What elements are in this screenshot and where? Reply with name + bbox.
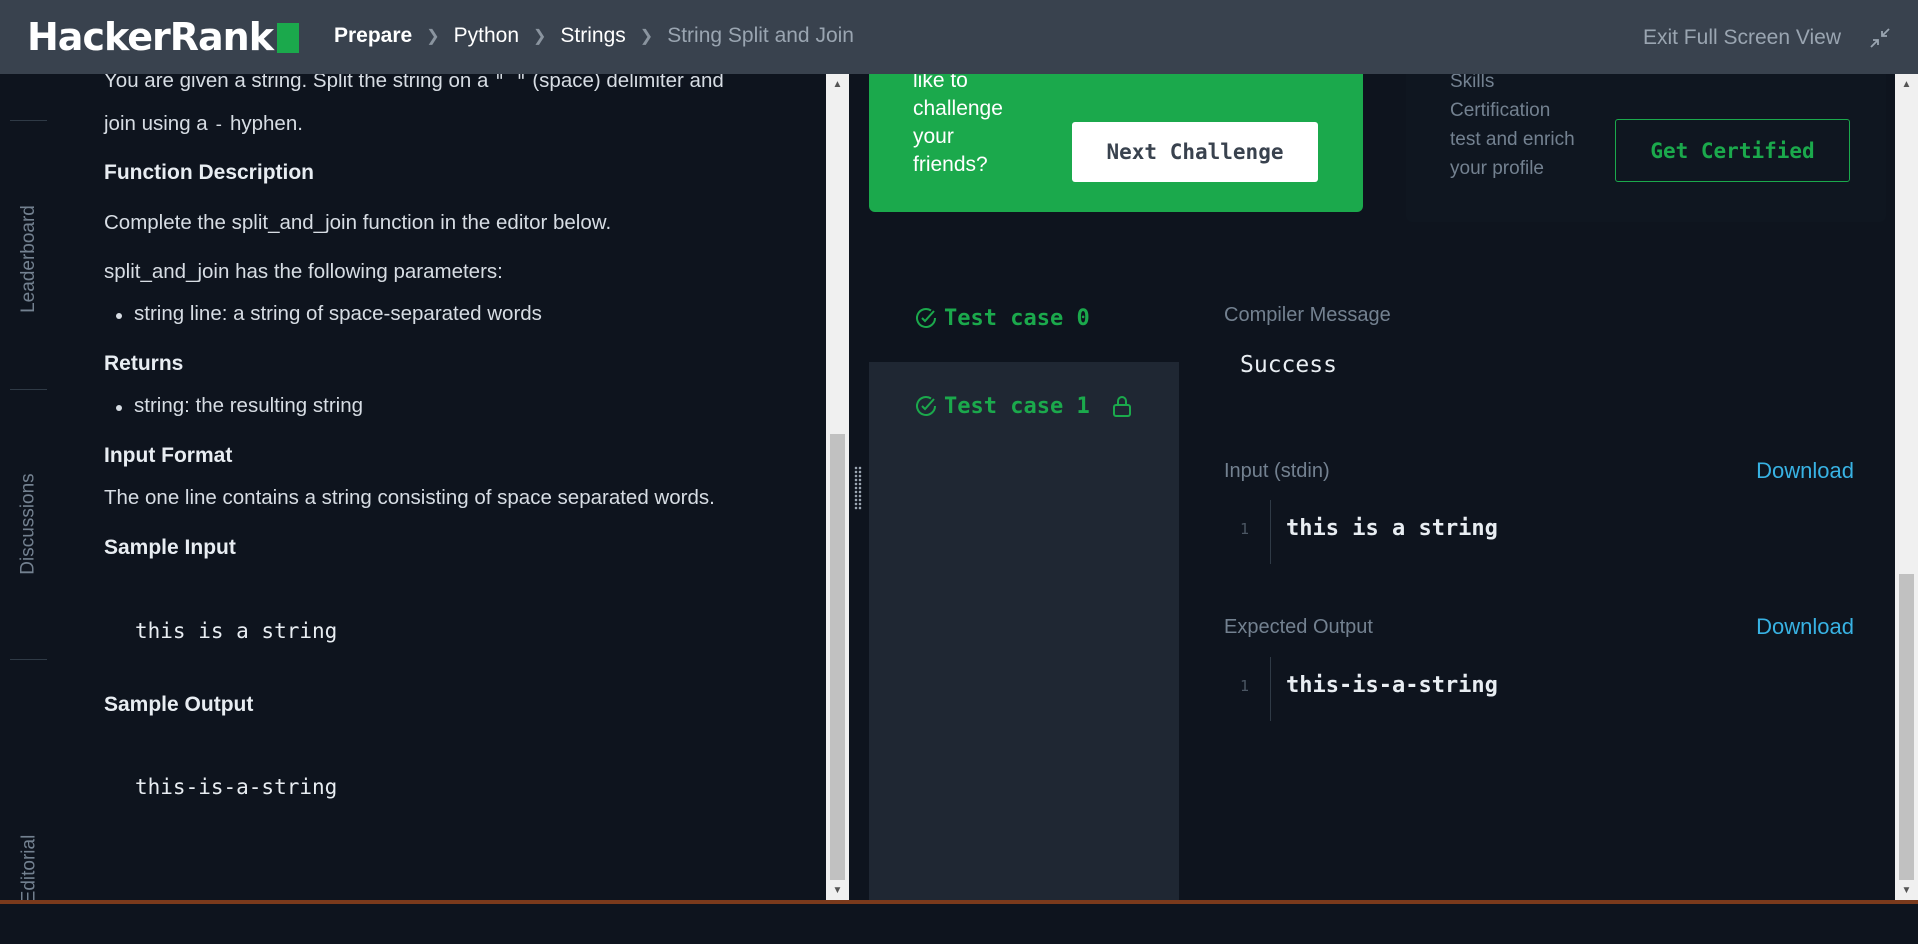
banner-line: friends? xyxy=(913,153,988,176)
input-stdin-label: Input (stdin) xyxy=(1224,460,1330,482)
breadcrumb-current-page: String Split and Join xyxy=(667,24,854,47)
results-scrollbar[interactable]: ▲ ▼ xyxy=(1895,74,1918,900)
problem-intro-line-1: You are given a string. Split the string… xyxy=(104,74,724,93)
breadcrumb: Prepare ❯ Python ❯ Strings ❯ String Spli… xyxy=(334,24,854,48)
chevron-right-icon: ❯ xyxy=(533,28,547,45)
input-format-heading: Input Format xyxy=(104,444,233,467)
pane-resize-handle[interactable] xyxy=(849,74,869,904)
tab-discussions[interactable]: Discussions xyxy=(0,449,58,599)
problem-intro-line-2: join using a - hyphen. xyxy=(104,112,303,136)
expected-output-code-block: 1 this-is-a-string xyxy=(1224,657,1854,721)
scrollbar-thumb[interactable] xyxy=(830,434,845,880)
intro-text: You are given a string. Split the string… xyxy=(104,74,495,92)
problem-scrollbar[interactable]: ▲ ▼ xyxy=(826,74,849,900)
gutter-divider xyxy=(1270,657,1271,721)
check-circle-icon xyxy=(916,308,936,328)
challenge-friends-text: like to challenge your friends? xyxy=(913,74,1003,179)
drag-grip-icon xyxy=(854,466,862,510)
minimize-arrows-icon[interactable] xyxy=(1868,26,1892,50)
function-description-text: Complete the split_and_join function in … xyxy=(104,211,612,234)
tab-editorial[interactable]: Editorial xyxy=(0,794,58,944)
test-case-0-label: Test case 0 xyxy=(944,305,1090,331)
scroll-up-arrow-icon[interactable]: ▲ xyxy=(1895,74,1918,94)
banner-line: challenge xyxy=(913,97,1003,120)
logo-mark-icon xyxy=(276,23,299,53)
tab-discussions-label: Discussions xyxy=(18,473,39,575)
parameters-text: split_and_join has the following paramet… xyxy=(104,260,503,283)
tab-leaderboard[interactable]: Leaderboard xyxy=(0,184,58,334)
expected-output-label: Expected Output xyxy=(1224,616,1373,638)
returns-list-item: string: the resulting string xyxy=(115,394,364,417)
test-case-1-tab[interactable]: Test case 1 xyxy=(869,362,1179,450)
chevron-right-icon: ❯ xyxy=(426,28,440,45)
breadcrumb-prepare[interactable]: Prepare xyxy=(334,24,412,48)
intro-text: (space) delimiter and xyxy=(526,74,724,92)
test-case-0-tab[interactable]: Test case 0 xyxy=(869,274,1179,362)
window-bottom-edge xyxy=(0,900,1918,904)
line-number: 1 xyxy=(1240,677,1250,695)
returns-heading: Returns xyxy=(104,352,184,375)
intro-code: " " xyxy=(494,74,527,92)
input-value: this is a string xyxy=(1286,516,1498,541)
line-number: 1 xyxy=(1240,520,1250,538)
results-pane: like to challenge your friends? Next Cha… xyxy=(869,74,1895,904)
download-expected-output-link[interactable]: Download xyxy=(1756,614,1854,640)
lock-icon xyxy=(1113,396,1131,417)
function-description-heading: Function Description xyxy=(104,161,314,184)
banner-line: your xyxy=(913,125,954,148)
tab-divider xyxy=(10,120,47,121)
compiler-message-label: Compiler Message xyxy=(1224,304,1391,326)
top-navigation-bar: HackerRank Prepare ❯ Python ❯ Strings ❯ … xyxy=(0,0,1918,74)
scroll-down-arrow-icon[interactable]: ▼ xyxy=(1895,880,1918,900)
test-case-list: Test case 0 Test case 1 xyxy=(869,274,1179,904)
check-circle-icon xyxy=(916,396,936,416)
intro-code: - xyxy=(213,114,225,135)
gutter-divider xyxy=(1270,500,1271,564)
input-format-text: The one line contains a string consistin… xyxy=(104,486,715,509)
sample-input-code: this is a string xyxy=(135,619,338,643)
tab-editorial-label: Editorial xyxy=(18,834,39,904)
logo-text: HackerRank xyxy=(27,15,274,59)
test-case-detail: Compiler Message Success Input (stdin) D… xyxy=(1224,74,1854,904)
scroll-down-arrow-icon[interactable]: ▼ xyxy=(826,880,849,900)
sample-output-code: this-is-a-string xyxy=(135,775,338,799)
download-input-link[interactable]: Download xyxy=(1756,458,1854,484)
intro-text: hyphen. xyxy=(224,112,303,135)
scrollbar-thumb[interactable] xyxy=(1899,574,1914,880)
tab-leaderboard-label: Leaderboard xyxy=(18,205,40,313)
intro-text: join using a xyxy=(104,112,214,135)
chevron-right-icon: ❯ xyxy=(639,28,654,45)
sample-input-heading: Sample Input xyxy=(104,536,236,559)
problem-statement-pane: You are given a string. Split the string… xyxy=(58,74,826,904)
input-code-block: 1 this is a string xyxy=(1224,500,1854,564)
parameter-list-item: string line: a string of space-separated… xyxy=(116,302,542,325)
test-case-list-background xyxy=(869,450,1179,904)
expected-output-value: this-is-a-string xyxy=(1286,673,1498,698)
tab-divider xyxy=(10,659,47,660)
test-case-1-label: Test case 1 xyxy=(944,393,1090,419)
breadcrumb-python[interactable]: Python xyxy=(454,24,519,48)
scroll-up-arrow-icon[interactable]: ▲ xyxy=(826,74,849,94)
exit-full-screen-link[interactable]: Exit Full Screen View xyxy=(1643,26,1841,50)
problem-side-tabs: Leaderboard Discussions Editorial xyxy=(0,74,58,904)
sample-output-heading: Sample Output xyxy=(104,693,254,716)
banner-line: like to xyxy=(913,74,968,92)
tab-divider xyxy=(10,389,47,390)
breadcrumb-strings[interactable]: Strings xyxy=(560,24,625,48)
hackerrank-logo[interactable]: HackerRank xyxy=(27,14,299,60)
compiler-message-value: Success xyxy=(1240,352,1337,378)
